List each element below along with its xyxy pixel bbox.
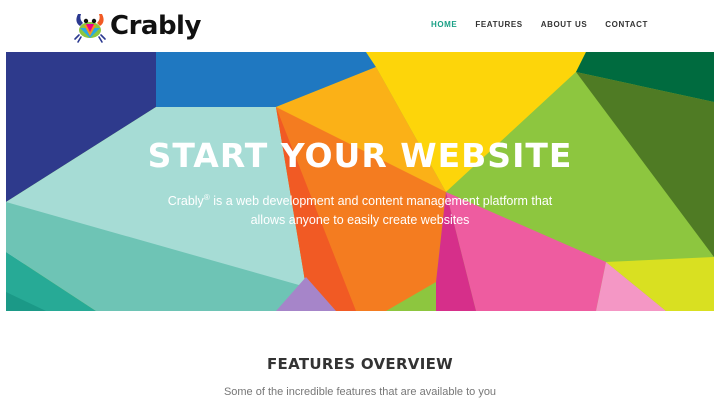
hero-title: START YOUR WEBSITE xyxy=(147,136,573,175)
hero-subtitle: Crably® is a web development and content… xyxy=(156,188,564,230)
nav-contact[interactable]: CONTACT xyxy=(605,20,648,29)
features-section: FEATURES OVERVIEW Some of the incredible… xyxy=(0,355,720,398)
features-subtitle: Some of the incredible features that are… xyxy=(223,386,497,398)
hero-subtitle-text: is a web development and content managem… xyxy=(209,194,553,228)
features-title: FEATURES OVERVIEW xyxy=(266,355,453,373)
logo-text: Crably xyxy=(110,11,201,41)
crab-logo-icon xyxy=(74,14,106,43)
nav-about-us[interactable]: ABOUT US xyxy=(541,20,588,29)
hero-subtitle-brand: Crably xyxy=(167,194,204,209)
main-nav: HOME FEATURES ABOUT US CONTACT xyxy=(431,20,648,29)
navbar: Crably HOME FEATURES ABOUT US CONTACT xyxy=(0,0,720,52)
logo[interactable]: Crably xyxy=(72,8,201,44)
hero-background xyxy=(6,52,714,311)
nav-home[interactable]: HOME xyxy=(431,20,457,29)
nav-features[interactable]: FEATURES xyxy=(475,20,522,29)
hero-banner: START YOUR WEBSITE Crably® is a web deve… xyxy=(6,52,714,311)
